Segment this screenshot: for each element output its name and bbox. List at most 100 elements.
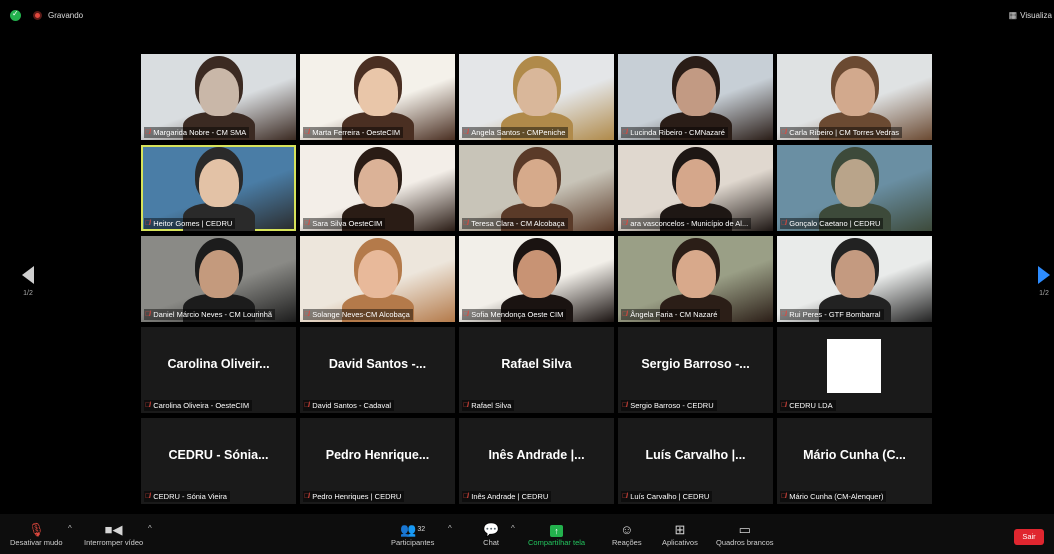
participant-video-face <box>676 159 716 207</box>
next-page-button[interactable]: 1/2 <box>1034 266 1054 297</box>
participant-name: Daniel Márcio Neves - CM Lourinhã <box>153 310 273 319</box>
mute-button[interactable]: 🎙 Desativar mudo <box>10 522 63 547</box>
participant-name: CEDRU LDA <box>789 401 833 410</box>
muted-mic-icon: 🎙̸ <box>304 220 310 227</box>
participant-name: Sara Silva OesteCIM <box>312 219 383 228</box>
muted-mic-icon: 🎙̸ <box>463 402 469 409</box>
video-options-chevron-icon[interactable]: ^ <box>148 524 152 533</box>
participant-name-label: 🎙̸ Ângela Faria - CM Nazaré <box>621 309 721 320</box>
participant-tile[interactable]: Mário Cunha (C... 🎙̸ Mário Cunha (CM-Alenq… <box>777 418 932 504</box>
participant-name-label: 🎙̸ Mário Cunha (CM-Alenquer) <box>780 491 887 502</box>
participant-display-name: Pedro Henrique... <box>325 448 430 462</box>
muted-mic-icon: 🎙̸ <box>781 129 787 136</box>
participant-name: Pedro Henriques | CEDRU <box>312 492 402 501</box>
participant-name-label: 🎙̸ Angela Santos - CMPeniche <box>462 127 569 138</box>
participant-tile[interactable]: 🎙̸ Margarida Nobre - CM SMA <box>141 54 296 140</box>
participant-tile[interactable]: 🎙̸ Angela Santos - CMPeniche <box>459 54 614 140</box>
apps-button[interactable]: ⊞ Aplicativos <box>662 522 698 547</box>
apps-icon: ⊞ <box>674 522 686 537</box>
participant-tile[interactable]: CEDRU - Sónia... 🎙̸ CEDRU - Sónia Vieira <box>141 418 296 504</box>
participant-tile[interactable]: Luís Carvalho |... 🎙̸ Luís Carvalho | CEDR… <box>618 418 773 504</box>
participant-tile[interactable]: 🎙̸ Solange Neves-CM Alcobaça <box>300 236 455 322</box>
participant-video-face <box>199 159 239 207</box>
participant-tile[interactable]: 🎙̸ Marta Ferreira - OesteCIM <box>300 54 455 140</box>
participant-name: Marta Ferreira - OesteCIM <box>312 128 401 137</box>
muted-mic-icon: 🎙̸ <box>304 493 310 500</box>
participant-tile[interactable]: 🎙̸ Carla Ribeiro | CM Torres Vedras <box>777 54 932 140</box>
participant-video-face <box>835 68 875 116</box>
participant-name-label: 🎙̸ Rui Peres - GTF Bombarral <box>780 309 884 320</box>
view-button[interactable]: ▦ Visualiza <box>1009 10 1052 21</box>
participant-display-name: Luís Carvalho |... <box>645 448 746 462</box>
muted-mic-icon: 🎙̸ <box>622 129 628 136</box>
muted-mic-icon: 🎙̸ <box>145 129 151 136</box>
participant-tile[interactable]: Sergio Barroso -... 🎙̸ Sergio Barroso - CE… <box>618 327 773 413</box>
share-screen-label: Compartilhar tela <box>528 538 586 547</box>
participants-label: Participantes <box>391 538 435 547</box>
participant-name: Carla Ribeiro | CM Torres Vedras <box>789 128 900 137</box>
participant-tile[interactable]: Pedro Henrique... 🎙̸ Pedro Henriques | CED… <box>300 418 455 504</box>
participant-tile[interactable]: 🎙̸ Lucinda Ribeiro - CMNazaré <box>618 54 773 140</box>
stop-video-button[interactable]: ■◀ Interromper vídeo <box>84 522 143 547</box>
whiteboards-button[interactable]: ▭ Quadros brancos <box>716 522 774 547</box>
whiteboard-icon: ▭ <box>738 522 751 537</box>
participant-tile[interactable]: 🎙̸ ara vasconcelos - Município de Al... <box>618 145 773 231</box>
participants-button[interactable]: 👥32 Participantes <box>391 522 434 547</box>
participant-video-face <box>517 159 557 207</box>
participant-name-label: 🎙̸ Lucinda Ribeiro - CMNazaré <box>621 127 728 138</box>
participant-name: Sergio Barroso - CEDRU <box>630 401 714 410</box>
participant-video-face <box>835 159 875 207</box>
whiteboards-label: Quadros brancos <box>716 538 774 547</box>
leave-meeting-button[interactable]: Sair <box>1014 529 1044 545</box>
participants-chevron-icon[interactable]: ^ <box>448 524 452 533</box>
participant-name: CEDRU - Sónia Vieira <box>153 492 227 501</box>
participant-name-label: 🎙̸ Heitor Gomes | CEDRU <box>144 218 236 229</box>
participant-tile[interactable]: 🎙̸ CEDRU LDA <box>777 327 932 413</box>
encryption-shield-icon[interactable] <box>10 9 21 21</box>
participant-tile[interactable]: 🎙̸ Teresa Clara - CM Alcobaça <box>459 145 614 231</box>
participant-name-label: 🎙̸ Sara Silva OesteCIM <box>303 218 386 229</box>
participant-name: Sofia Mendonça Oeste CIM <box>471 310 564 319</box>
recording-indicator[interactable]: Gravando <box>10 9 83 21</box>
muted-mic-icon: 🎙̸ <box>781 220 787 227</box>
participant-name: Luís Carvalho | CEDRU <box>630 492 710 501</box>
participant-tile[interactable]: 🎙̸ Sofia Mendonça Oeste CIM <box>459 236 614 322</box>
participant-display-name: Inês Andrade |... <box>488 448 585 462</box>
chat-icon: 💬 <box>483 522 500 537</box>
participant-tile[interactable]: David Santos -... 🎙̸ David Santos - Cadava… <box>300 327 455 413</box>
participant-name: Heitor Gomes | CEDRU <box>153 219 233 228</box>
muted-mic-icon: 🎙̸ <box>781 311 787 318</box>
participant-tile[interactable]: 🎙̸ Daniel Márcio Neves - CM Lourinhã <box>141 236 296 322</box>
participant-tile[interactable]: Inês Andrade |... 🎙̸ Inês Andrade | CEDRU <box>459 418 614 504</box>
muted-mic-icon: 🎙̸ <box>463 129 469 136</box>
muted-microphone-icon: 🎙 <box>28 522 45 537</box>
chat-button[interactable]: 💬 Chat <box>483 522 499 547</box>
participant-tile[interactable]: Carolina Oliveir... 🎙̸ Carolina Oliveira -… <box>141 327 296 413</box>
muted-mic-icon: 🎙̸ <box>622 402 628 409</box>
participant-tile[interactable]: 🎙̸ Gonçalo Caetano | CEDRU <box>777 145 932 231</box>
participant-name: Inês Andrade | CEDRU <box>471 492 549 501</box>
participant-name-label: 🎙̸ Sergio Barroso - CEDRU <box>621 400 717 411</box>
reactions-button[interactable]: ☺ Reações <box>612 522 642 547</box>
chat-chevron-icon[interactable]: ^ <box>511 524 515 533</box>
participant-tile[interactable]: 🎙̸ Sara Silva OesteCIM <box>300 145 455 231</box>
participant-name: Gonçalo Caetano | CEDRU <box>789 219 881 228</box>
muted-mic-icon: 🎙̸ <box>463 220 469 227</box>
share-screen-button[interactable]: ↑ Compartilhar tela <box>528 522 585 547</box>
participant-tile[interactable]: 🎙̸ Rui Peres - GTF Bombarral <box>777 236 932 322</box>
participant-name: Angela Santos - CMPeniche <box>471 128 566 137</box>
participant-tile[interactable]: 🎙̸ Heitor Gomes | CEDRU <box>141 145 296 231</box>
participants-count: 32 <box>417 526 426 533</box>
participant-tile[interactable]: Rafael Silva 🎙̸ Rafael Silva <box>459 327 614 413</box>
participant-tile[interactable]: 🎙̸ Ângela Faria - CM Nazaré <box>618 236 773 322</box>
share-screen-icon: ↑ <box>528 522 585 538</box>
page-indicator-left: 1/2 <box>23 290 33 297</box>
audio-options-chevron-icon[interactable]: ^ <box>68 524 72 533</box>
muted-mic-icon: 🎙̸ <box>145 493 151 500</box>
participant-name: Ângela Faria - CM Nazaré <box>630 310 718 319</box>
participant-name: Margarida Nobre - CM SMA <box>153 128 247 137</box>
participant-name: Teresa Clara - CM Alcobaça <box>471 219 565 228</box>
previous-page-button[interactable]: 1/2 <box>18 266 38 297</box>
muted-mic-icon: 🎙̸ <box>463 311 469 318</box>
participant-name-label: 🎙̸ Sofia Mendonça Oeste CIM <box>462 309 567 320</box>
